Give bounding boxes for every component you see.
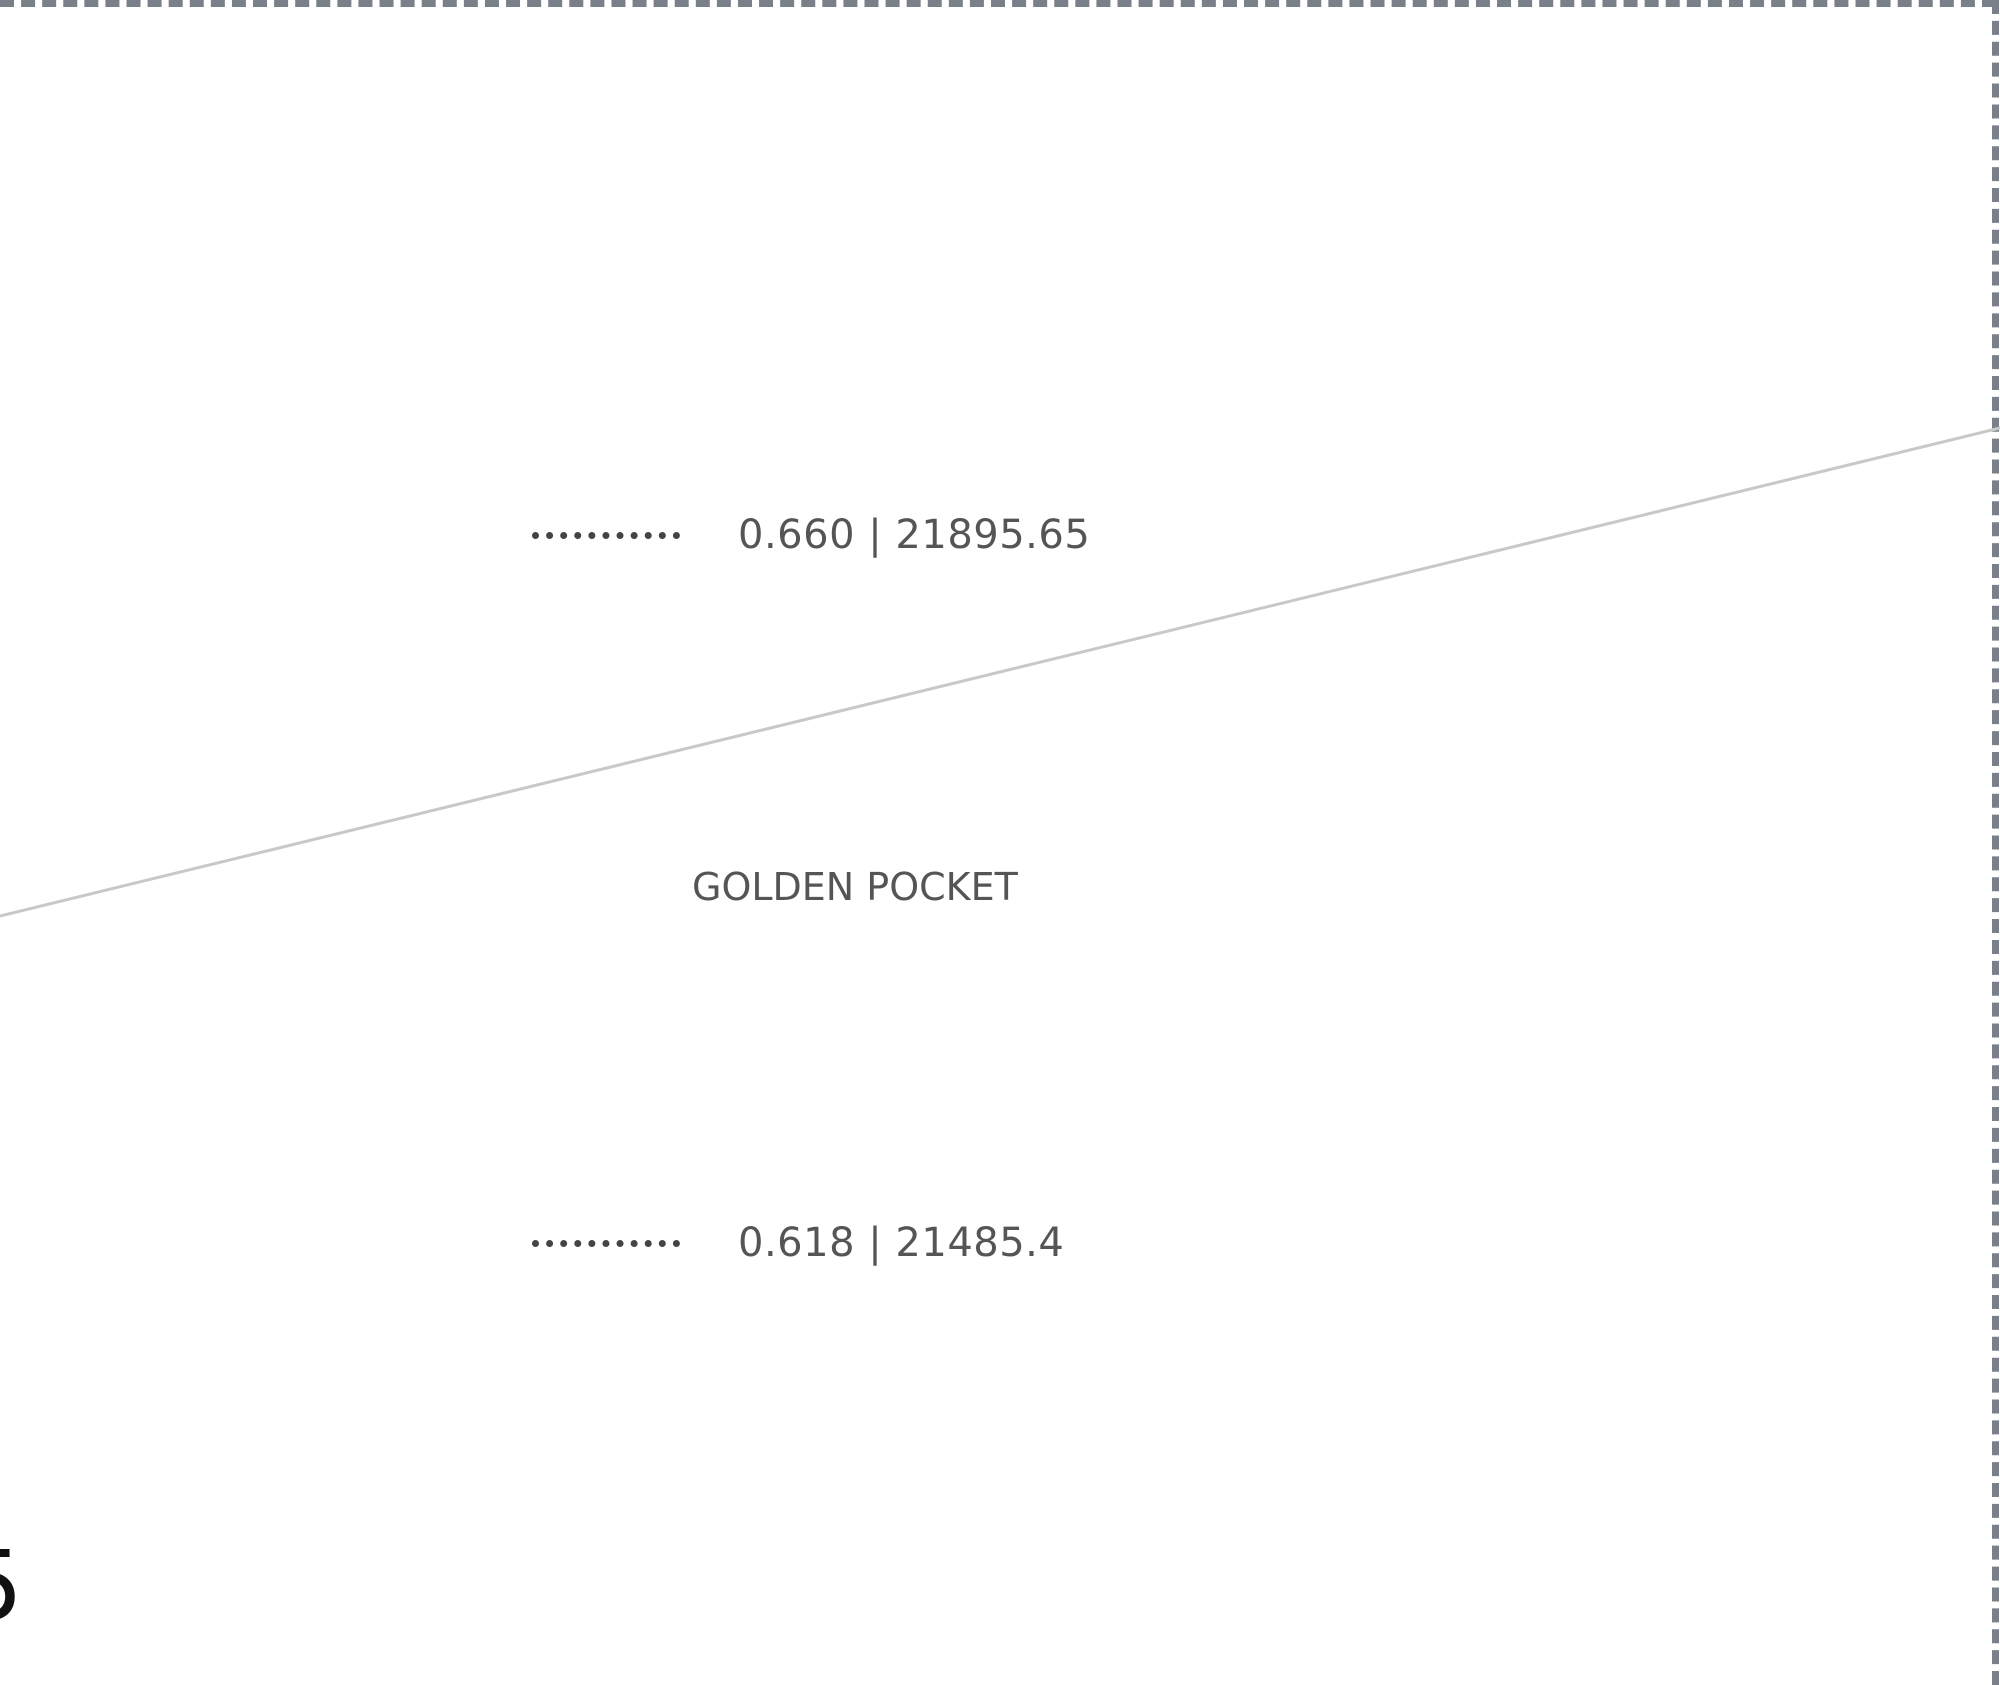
chart-canvas[interactable]: 0.660 | 21895.65 GOLDEN POCKET 0.618 | 2… [0, 0, 2000, 1685]
cropped-label-fragment: 5 [0, 1538, 23, 1634]
fib-level-line-sample [532, 1239, 680, 1247]
fib-level-row-0660[interactable]: 0.660 | 21895.65 [532, 505, 1090, 565]
trend-line[interactable] [0, 426, 2000, 918]
fib-level-row-0618[interactable]: 0.618 | 21485.4 [532, 1213, 1064, 1273]
trend-line-layer [0, 426, 2000, 918]
fib-level-label: 0.618 | 21485.4 [738, 1220, 1065, 1266]
fib-level-line-sample [532, 531, 680, 539]
fib-level-label: 0.660 | 21895.65 [738, 512, 1091, 558]
golden-pocket-label: GOLDEN POCKET [692, 865, 1018, 909]
